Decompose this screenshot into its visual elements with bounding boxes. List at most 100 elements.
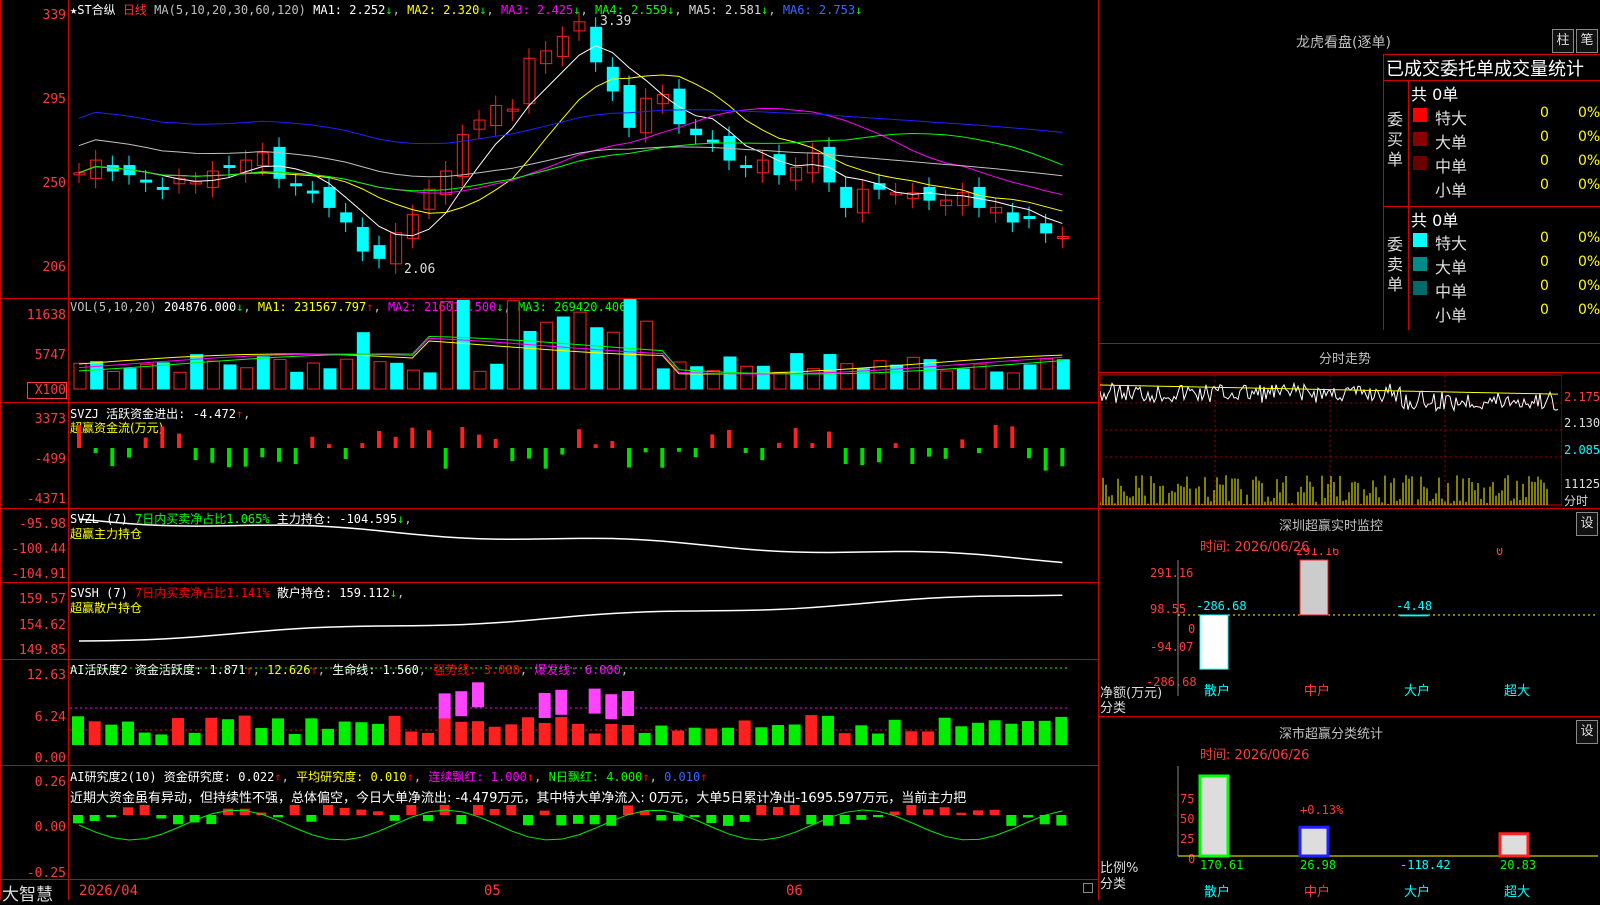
volume-bar (440, 300, 454, 390)
fund-flow-bar (693, 448, 698, 458)
order-count: 0 (1540, 278, 1549, 294)
activity-bar (472, 721, 484, 745)
volume-bar (906, 356, 920, 390)
classify-value-label: 170.61 (1200, 858, 1243, 872)
activity-bar (88, 721, 101, 745)
fund-flow-bar (993, 424, 998, 448)
activity-burst-bar (455, 691, 468, 717)
fund-flow-bar (1043, 448, 1048, 471)
activity-bar (805, 715, 818, 745)
order-type: 小单 (1435, 306, 1468, 325)
classify-pct-label: +0.13% (1300, 803, 1344, 817)
column-toggle-button[interactable]: 柱 (1552, 29, 1574, 53)
fund-flow-bar (777, 442, 781, 448)
classify-category-label: 大户 (1404, 884, 1430, 900)
activity-bar (855, 725, 868, 745)
order-type: 中单 (1435, 157, 1468, 176)
fund-flow-bar (927, 448, 931, 457)
research-bar (673, 815, 683, 821)
activity-burst-bar (588, 688, 601, 714)
up-arrow-icon: ↑ (700, 770, 708, 784)
ai-research-chart[interactable] (70, 805, 1098, 879)
order-type: 大单 (1435, 258, 1468, 277)
activity-bar (138, 732, 151, 745)
svsh-axis-3: 149.85 (19, 643, 66, 658)
vol-axis-1: 11638 (26, 308, 66, 323)
fund-flow-bar (727, 430, 731, 448)
svzl-axis-1: -95.98 (19, 517, 66, 532)
activity-bar (272, 718, 284, 745)
volume-bar (156, 362, 170, 390)
fund-flow-bar (877, 448, 881, 463)
volume-bar (206, 360, 220, 390)
fund-flow-chart[interactable] (70, 403, 1098, 508)
activity-bar (872, 733, 884, 745)
fund-flow-bar (460, 427, 465, 448)
fund-flow-bar (510, 448, 515, 462)
monitor-category-label: 超大 (1504, 684, 1530, 699)
order-pct: 0% (1578, 129, 1600, 145)
volume-bar (756, 365, 770, 390)
main-holding-chart[interactable] (70, 509, 1098, 582)
candle (590, 26, 603, 63)
activity-bar (255, 727, 268, 745)
fund-flow-bar (243, 448, 248, 467)
research-bar (1056, 815, 1067, 826)
classify-settings-button[interactable]: 设 (1576, 720, 1598, 744)
sell-side-label: 委卖单 (1387, 235, 1404, 294)
research-bar (906, 805, 917, 815)
research-bar (573, 815, 583, 824)
monitor-value-label: 291.16 (1296, 548, 1339, 558)
buy-side-label: 委买单 (1387, 110, 1404, 169)
volume-bar (606, 331, 620, 390)
order-swatch (1413, 281, 1427, 295)
intraday-chart[interactable] (1100, 373, 1562, 508)
fund-flow-bar (93, 448, 98, 454)
activity-burst-bar (555, 689, 568, 715)
volume-chart[interactable] (70, 299, 1098, 402)
candle (840, 186, 853, 208)
fund-flow-bar (343, 448, 348, 460)
retail-holding-chart[interactable] (70, 583, 1098, 659)
monitor-title: 深圳超赢实时监控 (1279, 519, 1384, 534)
activity-bar (238, 715, 251, 745)
intraday-volume: 11125 (1564, 477, 1600, 491)
tick-toggle-button[interactable]: 笔 (1576, 29, 1598, 53)
activity-bar (688, 727, 701, 745)
activity-bar (372, 723, 384, 745)
activity-burst-bar (472, 682, 484, 708)
lock-icon[interactable] (1083, 883, 1093, 893)
research-bar (539, 810, 550, 815)
volume-bar (140, 363, 154, 390)
activity-bar (455, 721, 468, 745)
activity-bar (638, 732, 651, 745)
research-bar (973, 810, 983, 815)
ai1-axis-2: 6.24 (34, 710, 66, 725)
research-bar (406, 805, 417, 815)
fund-flow-bar (527, 448, 531, 459)
retail-holding-line (78, 594, 1063, 642)
activity-bar (605, 723, 618, 745)
volume-bar (990, 371, 1004, 390)
volume-bar (873, 360, 887, 390)
ai1-axis-3: 0.00 (34, 751, 66, 766)
volume-bar (956, 368, 970, 390)
ai-activity-chart[interactable] (70, 660, 1098, 765)
monitor-settings-button[interactable]: 设 (1576, 512, 1598, 536)
activity-bar (422, 732, 434, 745)
volume-bar (740, 365, 754, 390)
vol-axis-2: 5747 (34, 348, 66, 363)
svsh-axis-1: 159.57 (19, 592, 66, 607)
activity-bar (505, 724, 518, 745)
volume-bar (923, 359, 937, 390)
classify-bar-chart[interactable]: 170.61 26.98 -118.42 20.83 +0.13% 散户 中户 大户 超大 (1100, 756, 1600, 900)
price-axis-1: 339 (42, 8, 66, 23)
volume-bar (623, 299, 637, 390)
order-count: 0 (1540, 153, 1549, 169)
monitor-bar-chart[interactable]: -286.68 291.16 -4.48 0 散户 中户 大户 超大 (1100, 548, 1600, 718)
volume-bar (590, 327, 604, 390)
research-bar (206, 815, 217, 825)
volume-bar (1056, 359, 1070, 390)
activity-bar (1055, 716, 1068, 745)
candlestick-chart[interactable] (70, 0, 1098, 298)
